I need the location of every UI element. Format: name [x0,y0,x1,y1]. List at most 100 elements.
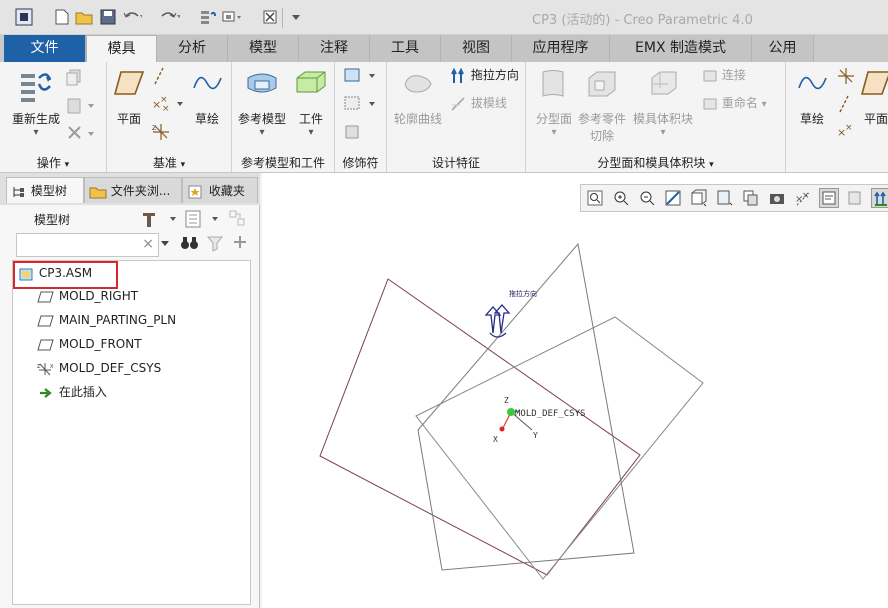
reference-model-button[interactable]: 参考模型 ▾ [236,68,288,138]
mold-volume-dropdown-icon[interactable]: ▾ [630,127,696,138]
tree-item-main-parting-pln[interactable]: MAIN_PARTING_PLN [37,309,176,331]
tree-settings-icon[interactable] [140,209,180,232]
tab-mold[interactable]: 模具 [86,35,157,63]
app-icon[interactable] [14,7,34,27]
tab-folder-browser[interactable]: 文件夹浏... [84,177,182,203]
filter-icon[interactable] [206,234,224,255]
point-icon[interactable]: × × × [151,94,185,115]
regenerate-icon [21,73,52,102]
drag-direction-button[interactable]: 拖拉方向 [449,66,519,85]
search-input[interactable]: × [16,233,159,257]
reference-model-dropdown-icon[interactable]: ▾ [236,127,288,138]
save-icon[interactable] [98,7,118,27]
tab-applications[interactable]: 应用程序 [512,35,610,62]
tab-annotate[interactable]: 注释 [299,35,370,62]
sketch-icon [193,76,222,90]
draft-line-button[interactable]: 拔模线 [449,94,507,113]
tree-item-mold-right[interactable]: MOLD_RIGHT [37,285,138,307]
regenerate-icon[interactable] [198,7,218,27]
svg-text:Z: Z [152,125,156,132]
model-canvas: 拖拉方向 Z Y X MOLD_DEF_CSYS [319,242,704,580]
close-icon[interactable] [260,7,280,27]
axis-icon[interactable] [151,66,167,89]
workpiece-button[interactable]: 工件 ▾ [292,68,330,138]
delete-icon[interactable] [66,124,96,145]
regenerate-button[interactable]: 重新生成 ▾ [8,68,64,138]
datum-plane-main-parting[interactable] [415,316,704,580]
tab-model-tree[interactable]: 模型树 [6,177,84,203]
tab-model[interactable]: 模型 [228,35,299,62]
silhouette-curve-icon [404,75,432,93]
tree-item-mold-front[interactable]: MOLD_FRONT [37,333,142,355]
ribbon-tab-bar: 文件 模具 分析 模型 注释 工具 视图 应用程序 EMX 制造模式 公用 [0,35,888,63]
rename-icon [703,98,717,109]
paste-icon[interactable] [66,96,96,117]
tree-root[interactable]: CP3.ASM [19,262,92,284]
parting-surface-button[interactable]: 分型面 ▾ [530,68,578,138]
sketch-button-2[interactable]: 草绘 [792,68,832,127]
reference-part-cutout-icon [588,71,616,97]
open-icon[interactable] [74,7,94,27]
regenerate-dropdown-icon[interactable]: ▾ [8,127,64,138]
plane-button-2[interactable]: 平面 [858,68,888,127]
point-icon-2[interactable]: × × [836,122,856,143]
tree-filter-icon[interactable] [228,209,250,232]
shrink-by-dimension-icon[interactable] [343,94,379,117]
csys-ribbon-icon[interactable]: Z [151,122,171,145]
find-icon[interactable] [180,234,200,255]
sketch-button[interactable]: 草绘 [187,68,227,127]
csys-ribbon-icon-2[interactable] [836,66,856,89]
silhouette-curve-button[interactable]: 轮廓曲线 [391,68,445,127]
tree-icon [13,186,24,197]
copy-icon[interactable] [66,68,84,89]
mold-volume-button[interactable]: 模具体积块 ▾ [630,68,696,138]
plane-button[interactable]: 平面 [111,68,147,127]
tab-tools[interactable]: 工具 [370,35,441,62]
group-parting-surface-label[interactable]: 分型面和模具体积块 ▾ [526,154,785,170]
tab-analysis[interactable]: 分析 [157,35,228,62]
model-tree: CP3.ASM MOLD_RIGHT MAIN_PARTING_PLN MOLD… [12,260,251,605]
axis-icon-2[interactable] [836,94,852,117]
reference-part-cutout-button[interactable]: 参考零件 切除 [576,68,628,144]
parting-surface-icon [542,70,564,97]
parting-surface-dropdown-icon[interactable]: ▾ [530,127,578,138]
tab-view[interactable]: 视图 [441,35,512,62]
connect-button[interactable]: 连接 [702,66,746,84]
group-datum-label[interactable]: 基准 ▾ [107,154,231,170]
group-operations: 重新生成 ▾ 操作 ▾ [0,62,107,172]
add-icon[interactable] [232,234,248,253]
redo-icon[interactable] [160,7,180,27]
graphics-window[interactable]: ×× 拖拉方向 Z Y X MOLD_DEF_CSYS [262,173,888,608]
model-tree-panel: 模型树 × CP3.ASM MOLD_RIGHT MAIN_PARTING_PL… [0,205,260,608]
axis-label-y: Y [533,431,538,440]
drag-direction-arrow[interactable] [484,304,511,338]
shrinkage-icon[interactable] [343,66,379,89]
model-tree-title: 模型树 [34,213,71,227]
undo-icon[interactable] [122,7,142,27]
tab-file[interactable]: 文件 [4,35,86,62]
tree-item-mold-def-csys[interactable]: ZX MOLD_DEF_CSYS [37,357,161,379]
connect-icon [703,70,717,81]
svg-text:×: × [162,104,170,112]
folder-icon [89,187,107,198]
group-operations-label[interactable]: 操作 ▾ [0,154,106,170]
csys-icon: ZX [37,362,54,375]
tab-favorites[interactable]: 收藏夹 [182,177,258,203]
group-design-features-label: 设计特征 [431,156,480,170]
draft-check-icon[interactable] [343,122,363,145]
tab-common[interactable]: 公用 [752,35,814,62]
rename-button[interactable]: 重命名 ▾ [702,94,767,112]
tab-emx[interactable]: EMX 制造模式 [610,35,752,62]
clear-search-icon[interactable]: × [142,236,154,252]
tree-item-insert-here[interactable]: 在此插入 [37,381,107,403]
group-datum: 平面 × × × Z 草绘 基准 ▾ [107,62,232,172]
more-icon[interactable] [286,7,306,27]
show-options-icon[interactable] [184,209,224,232]
new-icon[interactable] [52,7,72,27]
workpiece-dropdown-icon[interactable]: ▾ [292,127,330,138]
search-dropdown-icon[interactable] [160,238,170,252]
datum-plane-icon [37,339,54,350]
windows-icon[interactable] [222,7,242,27]
favorites-icon [188,185,202,198]
ribbon: 重新生成 ▾ 操作 ▾ 平面 ××× Z 草绘 基准 ▾ 参考模型 ▾ 工件 [0,62,888,173]
